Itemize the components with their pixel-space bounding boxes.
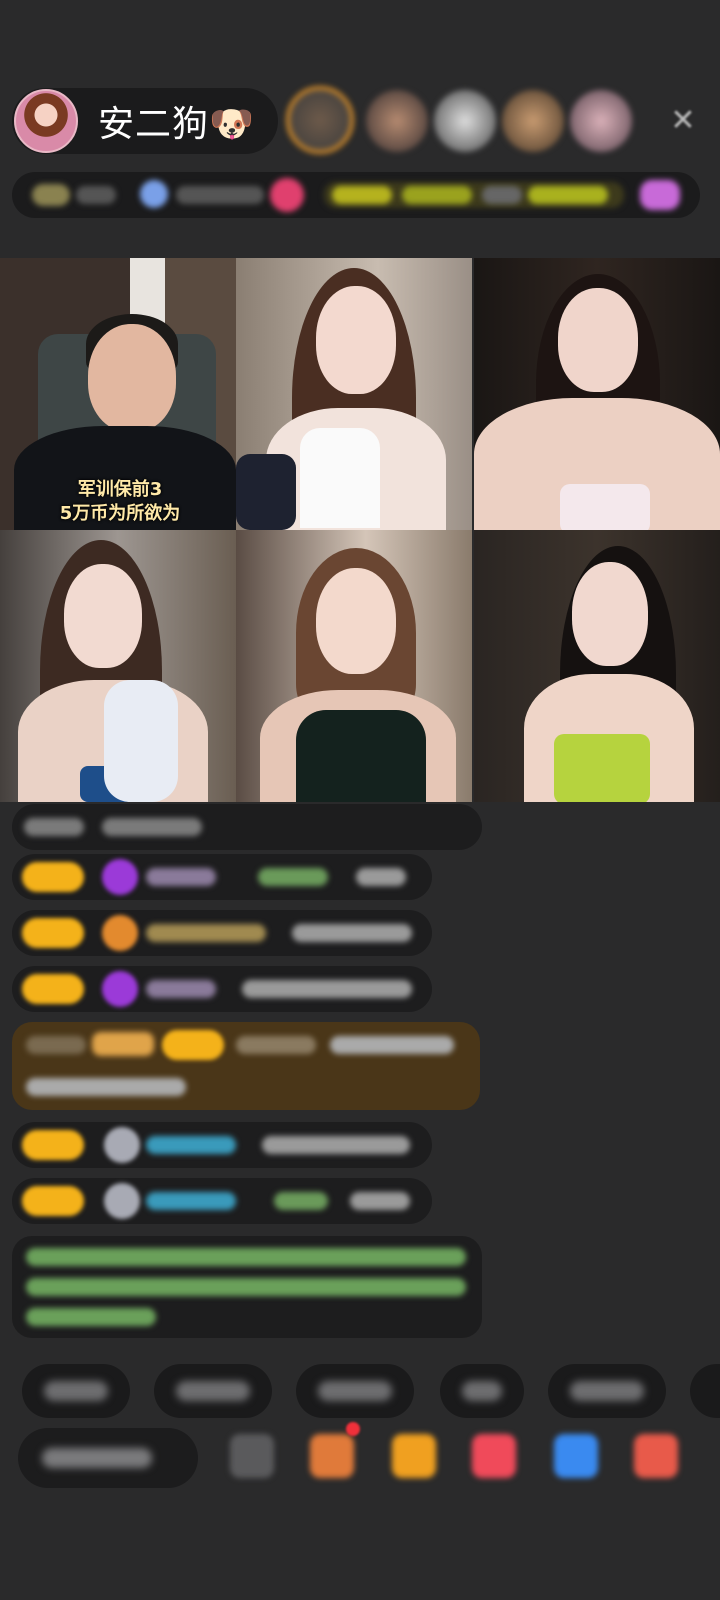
video-tile-2[interactable] xyxy=(236,258,472,530)
chat-message-row xyxy=(12,1178,432,1224)
quick-reply-button[interactable] xyxy=(690,1364,720,1418)
heart-icon[interactable] xyxy=(472,1434,516,1478)
chat-message-row xyxy=(12,854,432,900)
viewer-avatar[interactable] xyxy=(502,90,564,152)
video-tile-4[interactable] xyxy=(0,530,236,802)
gift-icon[interactable] xyxy=(392,1434,436,1478)
quick-reply-button[interactable] xyxy=(440,1364,524,1418)
quick-reply-button[interactable] xyxy=(154,1364,272,1418)
room-info-bar[interactable] xyxy=(12,172,700,218)
emoji-icon[interactable] xyxy=(230,1434,274,1478)
quick-reply-button[interactable] xyxy=(22,1364,130,1418)
chat-message-row xyxy=(12,966,432,1012)
dog-emoji-icon: 🐶 xyxy=(209,104,255,145)
chat-message-row-highlight xyxy=(12,1022,480,1110)
anchor-info-pill[interactable]: 安二狗🐶 xyxy=(12,88,278,154)
anchor-name: 安二狗🐶 xyxy=(98,95,255,147)
chat-message-row xyxy=(12,804,482,850)
viewer-avatar[interactable] xyxy=(434,90,496,152)
top-viewer-avatar[interactable] xyxy=(286,86,354,154)
chat-message-row xyxy=(12,1122,432,1168)
viewer-avatar[interactable] xyxy=(366,90,428,152)
video-tile-6[interactable] xyxy=(474,530,720,802)
video-tile-3[interactable] xyxy=(474,258,720,530)
video-tile-5[interactable] xyxy=(236,530,472,802)
close-icon[interactable]: ✕ xyxy=(668,106,698,136)
tile-caption: 军训保前3 5万币为所欲为 xyxy=(59,479,181,524)
quick-reply-button[interactable] xyxy=(548,1364,666,1418)
chat-message-row xyxy=(12,910,432,956)
anchor-avatar[interactable] xyxy=(14,89,78,153)
gift-box-icon[interactable] xyxy=(310,1434,354,1478)
viewer-avatar[interactable] xyxy=(570,90,632,152)
system-notice xyxy=(12,1236,482,1338)
share-icon[interactable] xyxy=(554,1434,598,1478)
quick-reply-button[interactable] xyxy=(296,1364,414,1418)
chat-input[interactable] xyxy=(18,1428,198,1488)
more-icon[interactable] xyxy=(634,1434,678,1478)
anchor-name-text: 安二狗 xyxy=(98,104,210,145)
notification-dot xyxy=(346,1422,360,1436)
